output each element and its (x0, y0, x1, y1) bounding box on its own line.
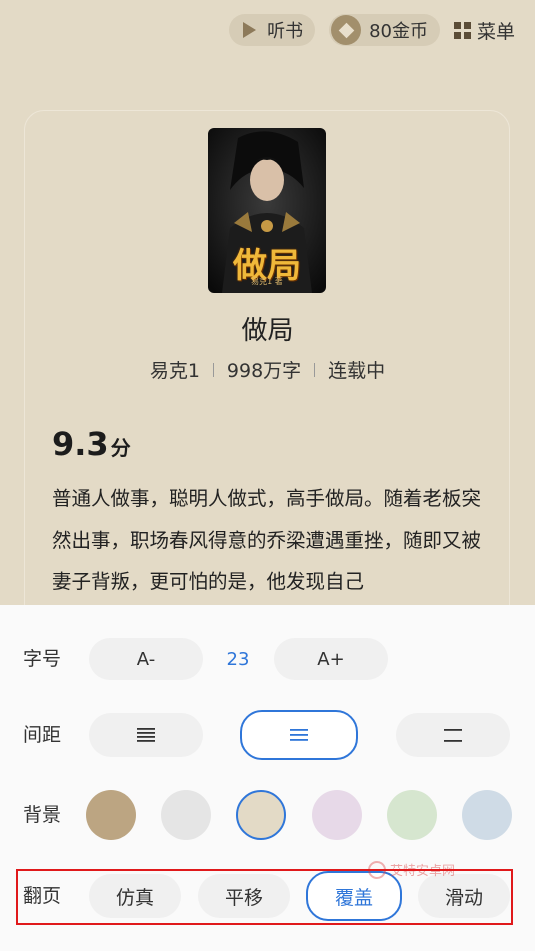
book-word-count: 998万字 (226, 360, 302, 382)
spacing-tight-button[interactable] (89, 713, 203, 757)
menu-button[interactable]: 菜单 (453, 14, 515, 46)
spacing-tight-icon (137, 728, 155, 742)
score-value: 9.3 (52, 425, 109, 463)
spacing-medium-icon (290, 729, 308, 741)
spacing-medium-button[interactable] (240, 710, 358, 760)
coin-icon (331, 15, 362, 45)
bg-swatch-tan[interactable] (86, 790, 136, 840)
font-decrease-button[interactable]: A- (89, 638, 203, 680)
bg-swatch-blue[interactable] (462, 790, 512, 840)
spacing-label: 间距 (23, 724, 62, 746)
font-increase-button[interactable]: A+ (274, 638, 388, 680)
font-size-label: 字号 (23, 648, 62, 670)
font-size-value: 23 (226, 648, 250, 670)
listen-button[interactable]: 听书 (229, 14, 316, 46)
play-icon (243, 22, 257, 38)
book-description: 普通人做事，聪明人做式，高手做局。随着老板突然出事，职场春风得意的乔梁遭遇重挫，… (52, 487, 482, 593)
book-meta: 易克1 998万字 连载中 (0, 356, 535, 383)
book-title: 做局 (241, 316, 294, 346)
score-unit: 分 (110, 436, 131, 460)
highlight-box (16, 869, 513, 925)
top-bar: 听书 80金币 菜单 (229, 14, 515, 46)
coins-label: 80金币 (369, 21, 428, 42)
listen-label: 听书 (267, 21, 304, 42)
meta-separator (212, 362, 214, 377)
coins-button[interactable]: 80金币 (329, 14, 440, 46)
menu-grid-icon (453, 21, 471, 39)
bg-swatch-beige[interactable] (236, 790, 286, 840)
meta-separator (314, 362, 316, 377)
menu-label: 菜单 (476, 20, 515, 43)
book-cover-subtitle: 易克1 著 (251, 277, 283, 286)
spacing-loose-button[interactable] (396, 713, 510, 757)
background-label: 背景 (23, 804, 62, 826)
font-size-row: 字号 A- 23 A+ (0, 633, 535, 685)
bg-swatch-green[interactable] (387, 790, 437, 840)
book-status: 连载中 (328, 360, 386, 382)
bg-swatch-gray[interactable] (161, 790, 211, 840)
bg-swatch-pink[interactable] (312, 790, 362, 840)
spacing-loose-icon (444, 729, 462, 742)
book-cover[interactable]: 做局 易克1 著 (208, 128, 326, 293)
book-author[interactable]: 易克1 (150, 356, 200, 383)
spacing-row: 间距 (0, 709, 535, 761)
background-row: 背景 (0, 789, 535, 841)
book-score: 9.3 分 (52, 425, 131, 463)
